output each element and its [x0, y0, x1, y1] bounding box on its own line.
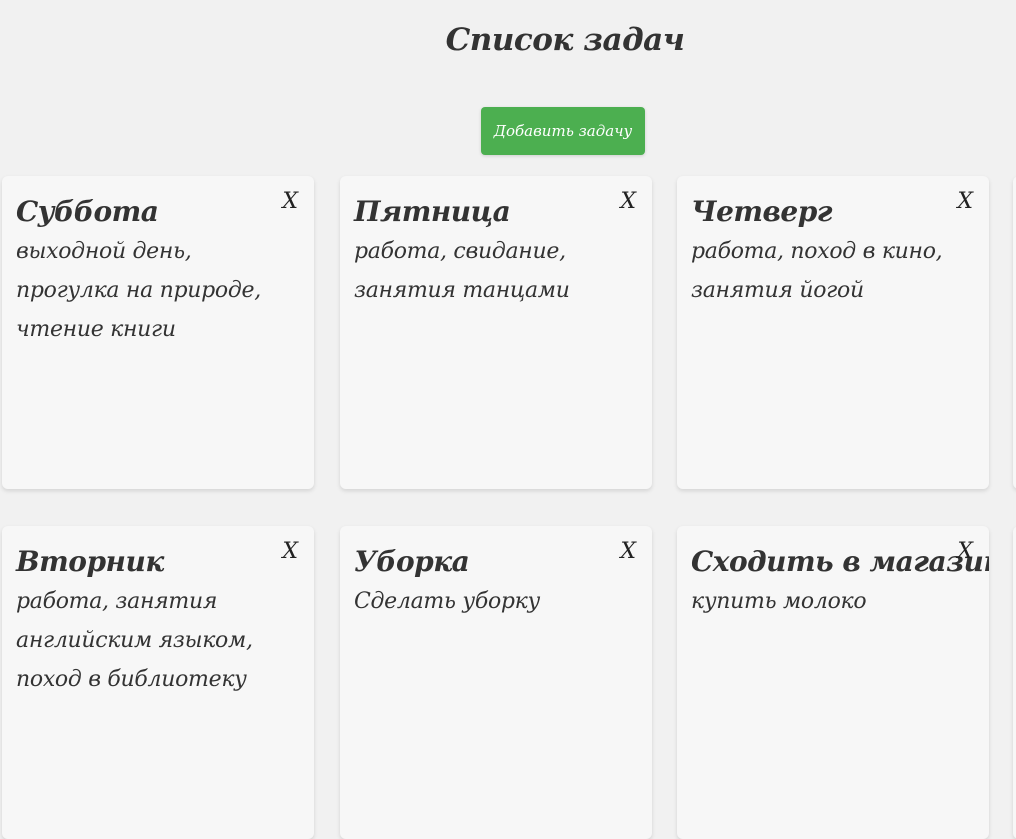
task-description: Сделать уборку: [354, 589, 540, 614]
task-description: купить молоко: [691, 589, 867, 614]
task-card: Вторник работа, занятия английским языко…: [2, 526, 314, 839]
task-title: Пятница: [354, 195, 511, 228]
delete-task-button[interactable]: X: [620, 188, 636, 216]
task-description: работа, поход в кино, занятия йогой: [691, 239, 943, 303]
task-title: Суббота: [16, 195, 159, 228]
task-description: работа, свидание, занятия танцами: [354, 239, 570, 303]
delete-task-button[interactable]: X: [957, 538, 973, 566]
task-title: Уборка: [354, 545, 470, 578]
task-title: Вторник: [16, 545, 164, 578]
task-title: Сходить в магазин: [691, 545, 989, 578]
delete-task-button[interactable]: X: [282, 188, 298, 216]
page-title: Список задач: [445, 22, 685, 58]
delete-task-button[interactable]: X: [282, 538, 298, 566]
task-card: Суббота выходной день, прогулка на приро…: [2, 176, 314, 489]
task-card: Четверг работа, поход в кино, занятия йо…: [677, 176, 989, 489]
task-card: Пятница работа, свидание, занятия танцам…: [340, 176, 652, 489]
add-task-button[interactable]: Добавить задачу: [481, 107, 645, 155]
task-description: работа, занятия английским языком, поход…: [16, 589, 253, 692]
delete-task-button[interactable]: X: [620, 538, 636, 566]
task-title: Четверг: [691, 195, 833, 228]
task-description: выходной день, прогулка на природе, чтен…: [16, 239, 261, 342]
task-card: Сходить в магазин купить молоко X: [677, 526, 989, 839]
task-card: Уборка Сделать уборку X: [340, 526, 652, 839]
delete-task-button[interactable]: X: [957, 188, 973, 216]
